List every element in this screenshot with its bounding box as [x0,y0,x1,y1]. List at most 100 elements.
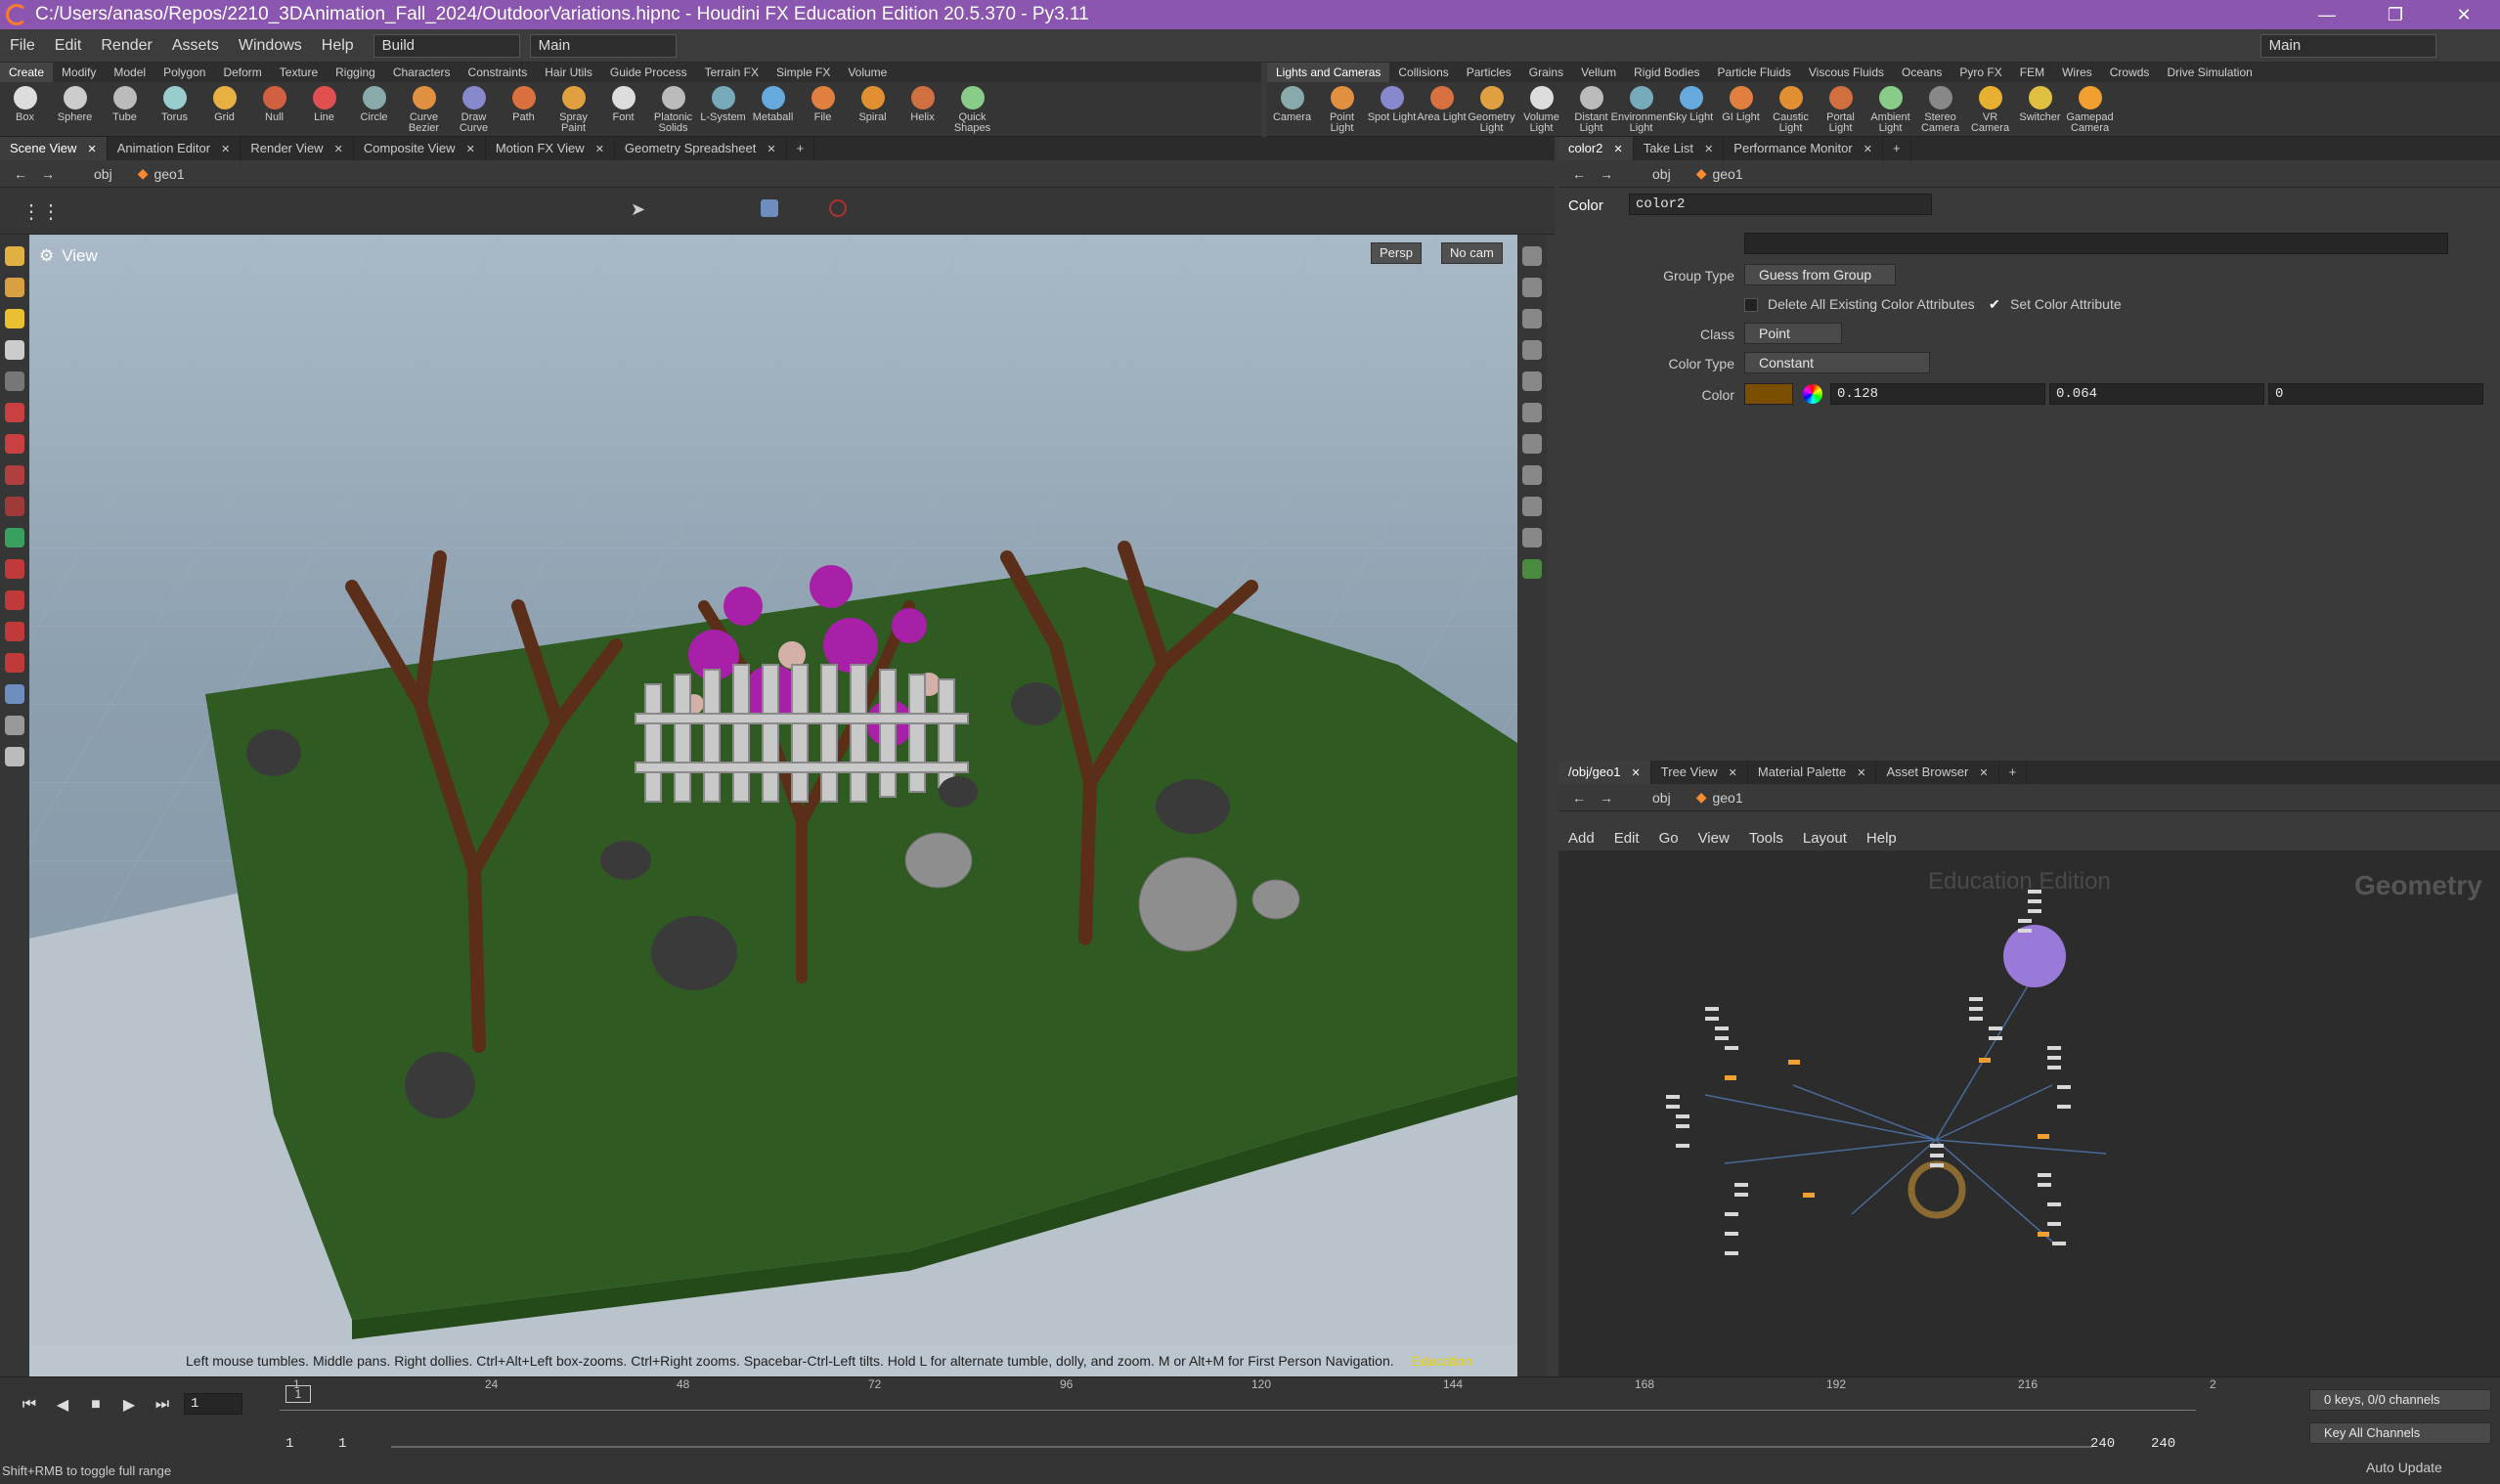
select-mode-icon[interactable]: ➤ [631,199,645,220]
tool-light-environment-light[interactable]: Environment Light [1611,86,1671,134]
menu-render[interactable]: Render [91,37,161,55]
node-name-field[interactable]: color2 [1629,194,1932,215]
tool-light-vr-camera[interactable]: VR Camera [1965,86,2015,134]
path-obj[interactable]: obj [94,166,112,182]
tool-tube[interactable]: Tube [100,86,150,134]
tool-path[interactable]: Path [499,86,548,134]
maximize-icon[interactable]: ❐ [2366,0,2425,29]
param-forward-icon[interactable]: → [1600,166,1613,182]
tool-light-ambient-light[interactable]: Ambient Light [1865,86,1915,134]
tool-light-volume-light[interactable]: Volume Light [1516,86,1566,134]
param-tab-take-list[interactable]: Take List ✕ [1634,137,1725,160]
tab-close-icon[interactable]: ✕ [1610,144,1622,155]
set-color-checkbox[interactable]: ✔ [1989,296,2000,313]
shelf-tab-drive-simulation[interactable]: Drive Simulation [2158,63,2260,82]
shelf-tab-modify[interactable]: Modify [53,63,105,82]
keys-channels[interactable]: 0 keys, 0/0 channels [2309,1389,2491,1411]
translate-icon[interactable] [5,528,24,547]
tool-light-area-light[interactable]: Area Light [1417,86,1467,134]
forward-arrow-icon[interactable]: → [41,166,55,182]
viewer-tab-geometry-spreadsheet[interactable]: Geometry Spreadsheet ✕ [615,137,787,160]
net-path-geo[interactable]: geo1 [1712,790,1742,806]
add-tab-icon[interactable]: + [1999,761,2028,784]
tool-light-caustic-light[interactable]: Caustic Light [1766,86,1816,134]
runtime-select[interactable]: Main [529,33,677,58]
net-back-icon[interactable]: ← [1572,790,1586,806]
tool-file[interactable]: File [798,86,848,134]
tool-light-sky-light[interactable]: Sky Light [1666,86,1716,134]
tab-close-icon[interactable]: ✕ [218,144,230,155]
link-icon[interactable] [1522,309,1542,328]
menu-assets[interactable]: Assets [162,37,229,55]
shelf-tab-oceans[interactable]: Oceans [1893,63,1951,82]
view-gear-icon[interactable]: ⚙ [39,246,54,266]
numbers-icon[interactable] [1522,465,1542,485]
tool-light-switcher[interactable]: Switcher [2015,86,2065,134]
shelf-tab-terrain-fx[interactable]: Terrain FX [696,63,768,82]
net-forward-icon[interactable]: → [1600,790,1613,806]
shelf-tab-fem[interactable]: FEM [2011,63,2053,82]
camera-menu[interactable]: No cam [1441,242,1503,264]
tool-circle[interactable]: Circle [349,86,399,134]
shelf-tab-model[interactable]: Model [105,63,154,82]
jump-end-icon[interactable]: ⏭ [149,1391,176,1419]
lock-icon[interactable] [5,371,24,391]
render-region-icon[interactable] [5,716,24,735]
view-tool-icon[interactable] [5,246,24,266]
main-desktop-select[interactable]: Main [2259,33,2436,58]
net-menu-go[interactable]: Go [1649,830,1689,847]
param-tab-color2[interactable]: color2 ✕ [1558,137,1634,160]
net-menu-view[interactable]: View [1689,830,1739,847]
tool-helix[interactable]: Helix [898,86,947,134]
tool-torus[interactable]: Torus [150,86,199,134]
shelf-tab-polygon[interactable]: Polygon [154,63,214,82]
shelf-tab-lights-and-cameras[interactable]: Lights and Cameras [1267,63,1390,82]
viewer-tab-scene-view[interactable]: Scene View ✕ [0,137,108,160]
viewer-tab-composite-view[interactable]: Composite View ✕ [354,137,486,160]
shelf-tab-characters[interactable]: Characters [384,63,460,82]
shelf-tab-particles[interactable]: Particles [1458,63,1520,82]
network-editor[interactable]: Education Edition Geometry [1558,851,2500,1376]
tool-light-point-light[interactable]: Point Light [1317,86,1367,134]
shelf-tab-pyro-fx[interactable]: Pyro FX [1951,63,2010,82]
range-end-field[interactable]: 240 [2084,1434,2143,1456]
color-wheel-icon[interactable] [1803,384,1822,404]
tool-curve-bezier[interactable]: Curve Bezier [399,86,449,134]
shelf-tab-viscous-fluids[interactable]: Viscous Fluids [1800,63,1893,82]
current-frame-field[interactable]: 1 [184,1393,242,1415]
tool-font[interactable]: Font [598,86,648,134]
brush-icon[interactable] [5,590,24,610]
time-slider[interactable] [280,1399,2196,1411]
tool-null[interactable]: Null [249,86,299,134]
range-slider[interactable] [391,1446,2092,1448]
record-icon[interactable] [829,199,847,217]
selected-node-halo[interactable] [2003,925,2066,987]
group-field[interactable] [1744,233,2448,254]
snap-magnet-icon[interactable] [5,653,24,673]
shelf-tab-guide-process[interactable]: Guide Process [601,63,696,82]
shelf-tab-particle-fluids[interactable]: Particle Fluids [1709,63,1800,82]
net-path-obj[interactable]: obj [1652,790,1671,806]
tab-close-icon[interactable]: ✕ [1861,144,1872,155]
shelf-tab-constraints[interactable]: Constraints [460,63,537,82]
shading-icon[interactable] [1522,340,1542,360]
path-geo[interactable]: geo1 [154,166,184,182]
lighting-icon[interactable] [1522,371,1542,391]
points-icon[interactable] [1522,403,1542,422]
shelf-tab-deform[interactable]: Deform [214,63,270,82]
net-tab-material-palette[interactable]: Material Palette ✕ [1748,761,1877,784]
shelf-tab-vellum[interactable]: Vellum [1572,63,1625,82]
handle-tool-icon[interactable] [5,309,24,328]
tool-platonic-solids[interactable]: Platonic Solids [648,86,698,134]
color-b-field[interactable]: 0 [2268,383,2483,405]
menu-windows[interactable]: Windows [229,37,312,55]
net-menu-tools[interactable]: Tools [1739,830,1793,847]
shelf-tab-wires[interactable]: Wires [2053,63,2101,82]
param-back-icon[interactable]: ← [1572,166,1586,182]
safe-area-icon[interactable] [1522,559,1542,579]
color-r-field[interactable]: 0.128 [1830,383,2045,405]
normals-icon[interactable] [1522,434,1542,454]
tool-sphere[interactable]: Sphere [50,86,100,134]
shelf-tab-rigging[interactable]: Rigging [327,63,384,82]
shelf-tab-hair-utils[interactable]: Hair Utils [536,63,601,82]
